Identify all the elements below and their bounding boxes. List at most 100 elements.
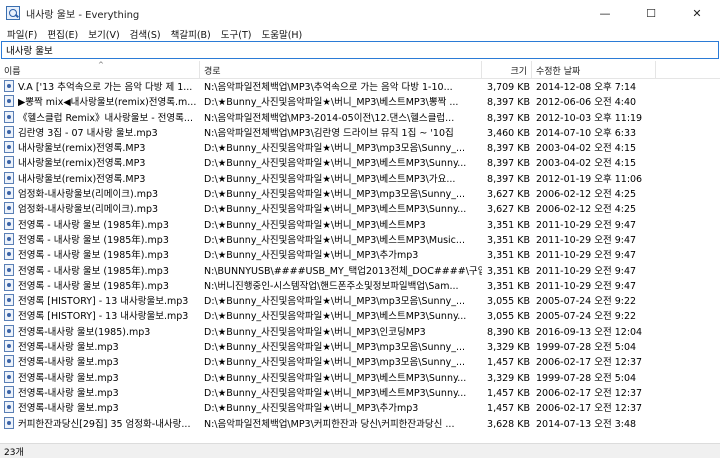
menu-file[interactable]: 파일(F) (2, 27, 42, 41)
result-name-text: 전영록-내사랑 울보.mp3 (18, 372, 119, 384)
menu-view[interactable]: 보기(V) (83, 27, 124, 41)
result-row[interactable]: 전영록 [HISTORY] - 13 내사랑울보.mp3 D:\★Bunny_사진… (0, 309, 720, 324)
result-row[interactable]: 내사랑울보(remix)전영록.MP3 D:\★Bunny_사진및음악파일★\버니… (0, 141, 720, 156)
result-size: 3,351 KB (487, 250, 530, 262)
audio-file-icon (4, 217, 14, 230)
result-size: 8,390 KB (487, 326, 530, 338)
menu-help[interactable]: 도움말(H) (256, 27, 307, 41)
result-path: D:\★Bunny_사진및음악파일★\버니_MP3\mp3모음\Sunny_..… (204, 296, 466, 308)
menu-edit[interactable]: 편집(E) (42, 27, 83, 41)
result-size: 3,460 KB (487, 127, 530, 139)
result-name: 전영록 - 내사랑 울보 (1985年).mp3 (4, 263, 200, 279)
result-row[interactable]: 전영록-내사랑 울보.mp3 D:\★Bunny_사진및음악파일★\버니_MP3\… (0, 385, 720, 401)
column-size-header[interactable]: 크기 (482, 61, 532, 79)
result-row[interactable]: 내사랑울보(remix)전영록.MP3 D:\★Bunny_사진및음악파일★\버니… (0, 156, 720, 171)
result-row[interactable]: 전영록 - 내사랑 울보 (1985年).mp3 D:\★Bunny_사진및음악파… (0, 232, 720, 248)
result-path: D:\★Bunny_사진및음악파일★\버니_MP3\mp3모음\Sunny_..… (204, 143, 466, 155)
minimize-button[interactable]: — (582, 0, 628, 26)
audio-file-icon (4, 294, 14, 307)
result-row[interactable]: 전영록-내사랑 울보.mp3 D:\★Bunny_사진및음악파일★\버니_MP3\… (0, 355, 720, 370)
result-size: 1,457 KB (487, 403, 530, 415)
result-size: 3,351 KB (487, 219, 530, 231)
result-row[interactable]: 전영록-내사랑 울보(1985).mp3 D:\★Bunny_사진및음악파일★\버… (0, 324, 720, 340)
result-row[interactable]: ▶뽕짝 mix◀내사랑울보(remix)전영록.m... D:\★Bunny_사진… (0, 95, 720, 110)
everything-search-icon (6, 6, 20, 20)
result-row[interactable]: 전영록 [HISTORY] - 13 내사랑울보.mp3 D:\★Bunny_사진… (0, 294, 720, 309)
result-row[interactable]: 전영록-내사랑 울보.mp3 D:\★Bunny_사진및음악파일★\버니_MP3\… (0, 401, 720, 416)
result-row[interactable]: 전영록 - 내사랑 울보 (1985年).mp3 N:\BUNNYUSB\####… (0, 263, 720, 279)
result-path: N:\음악파일전체백업\MP3-2014-05이전\12.댄스\헬스클럽... (204, 112, 455, 124)
result-row[interactable]: 전영록 - 내사랑 울보 (1985年).mp3 N:\버니진행중인-시스템작업\… (0, 278, 720, 294)
result-name: 전영록-내사랑 울보.mp3 (4, 370, 200, 386)
result-name-text: 내사랑울보(remix)전영록.MP3 (18, 143, 146, 155)
result-row[interactable]: 김란영 3집 - 07 내사랑 울보.mp3 N:\음악파일전체백업\MP3\김란… (0, 125, 720, 141)
result-name: ▶뽕짝 mix◀내사랑울보(remix)전영록.m... (4, 95, 200, 110)
result-name: V.A ['13 추억속으로 가는 음악 다방 제 1... (4, 80, 200, 95)
result-path: N:\음악파일전체백업\MP3\김란영 드라이브 뮤직 1집 ~ '10집 (204, 127, 454, 139)
close-button[interactable]: ✕ (674, 0, 720, 26)
result-date: 2005-07-24 오전 9:22 (536, 311, 637, 323)
result-size: 8,397 KB (487, 97, 530, 109)
result-row[interactable]: V.A ['13 추억속으로 가는 음악 다방 제 1... N:\음악파일전체백… (0, 80, 720, 95)
menu-bar: 파일(F) 편집(E) 보기(V) 검색(S) 책갈피(B) 도구(T) 도움말… (0, 26, 720, 41)
menu-search[interactable]: 검색(S) (125, 27, 166, 41)
result-row[interactable]: 《헬스클럽 Remix》내사랑울보 - 전영록... N:\음악파일전체백업\MP… (0, 110, 720, 126)
result-name-text: 커피한잔과당신[29집] 35 엄정화-내사랑... (18, 418, 191, 430)
result-size: 8,397 KB (487, 112, 530, 124)
result-size: 8,397 KB (487, 158, 530, 170)
result-name-text: 엄정화-내사랑울보(리메이크).mp3 (18, 204, 159, 216)
result-path: N:\BUNNYUSB\####USB_MY_택업2013전체_DOC####\… (204, 265, 482, 277)
result-date: 2003-04-02 오전 4:15 (536, 158, 637, 170)
result-date: 2011-10-29 오전 9:47 (536, 219, 637, 231)
result-count: 23개 (4, 447, 24, 458)
result-path: N:\음악파일전체백업\MP3\커피한잔과 당신\커피한잔과당신 ... (204, 418, 455, 430)
result-name: 김란영 3집 - 07 내사랑 울보.mp3 (4, 125, 200, 141)
audio-file-icon (4, 171, 14, 184)
result-size: 3,351 KB (487, 234, 530, 246)
audio-file-icon (4, 156, 14, 169)
result-name: 전영록 - 내사랑 울보 (1985年).mp3 (4, 248, 200, 263)
result-size: 3,627 KB (487, 204, 530, 216)
result-date: 2011-10-29 오전 9:47 (536, 234, 637, 246)
result-date: 2012-06-06 오전 4:40 (536, 97, 637, 109)
audio-file-icon (4, 125, 14, 138)
result-row[interactable]: 전영록 - 내사랑 울보 (1985年).mp3 D:\★Bunny_사진및음악파… (0, 217, 720, 233)
audio-file-icon (4, 385, 14, 398)
menu-tools[interactable]: 도구(T) (216, 27, 257, 41)
result-name: 전영록-내사랑 울보.mp3 (4, 401, 200, 416)
result-name: 내사랑울보(remix)전영록.MP3 (4, 156, 200, 171)
result-row[interactable]: 엄정화-내사랑울보(리메이크).mp3 D:\★Bunny_사진및음악파일★\버니… (0, 202, 720, 217)
result-name: 전영록 [HISTORY] - 13 내사랑울보.mp3 (4, 309, 200, 324)
column-date-header[interactable]: 수정한 날짜 (532, 61, 656, 79)
result-name: 내사랑울보(remix)전영록.MP3 (4, 171, 200, 187)
result-size: 3,627 KB (487, 189, 530, 201)
result-path: D:\★Bunny_사진및음악파일★\버니_MP3\베스트MP3\뽕짝 ... (204, 97, 459, 109)
result-date: 2012-01-19 오후 11:06 (536, 173, 643, 185)
result-row[interactable]: 전영록 - 내사랑 울보 (1985年).mp3 D:\★Bunny_사진및음악파… (0, 248, 720, 263)
result-row[interactable]: 엄정화-내사랑울보(리메이크).mp3 D:\★Bunny_사진및음악파일★\버니… (0, 187, 720, 202)
result-row[interactable]: 전영록-내사랑 울보.mp3 D:\★Bunny_사진및음악파일★\버니_MP3\… (0, 340, 720, 355)
column-path-header[interactable]: 경로 (200, 61, 482, 79)
search-input[interactable]: 내사랑 울보 (1, 41, 719, 59)
result-size: 3,709 KB (487, 82, 530, 93)
results-list: V.A ['13 추억속으로 가는 음악 다방 제 1... N:\음악파일전체백… (0, 80, 720, 432)
result-path: D:\★Bunny_사진및음악파일★\버니_MP3\베스트MP3\Sunny..… (204, 311, 467, 323)
result-name-text: 전영록 - 내사랑 울보 (1985年).mp3 (18, 234, 169, 246)
result-path: D:\★Bunny_사진및음악파일★\버니_MP3\베스트MP3\Sunny..… (204, 158, 467, 170)
result-row[interactable]: 내사랑울보(remix)전영록.MP3 D:\★Bunny_사진및음악파일★\버니… (0, 171, 720, 187)
result-row[interactable]: 커피한잔과당신[29집] 35 엄정화-내사랑... N:\음악파일전체백업\MP… (0, 416, 720, 432)
window-title: 내사랑 울보 - Everything (26, 9, 140, 21)
result-name: 엄정화-내사랑울보(리메이크).mp3 (4, 202, 200, 217)
result-name-text: 전영록-내사랑 울보(1985).mp3 (18, 326, 151, 338)
result-date: 2005-07-24 오전 9:22 (536, 296, 637, 308)
result-date: 2006-02-17 오전 12:37 (536, 403, 643, 415)
result-path: D:\★Bunny_사진및음악파일★\버니_MP3\추가mp3 (204, 403, 419, 415)
result-name-text: 내사랑울보(remix)전영록.MP3 (18, 158, 146, 170)
maximize-button[interactable]: ☐ (628, 0, 674, 26)
audio-file-icon (4, 110, 14, 123)
window-controls: — ☐ ✕ (582, 0, 720, 26)
audio-file-icon (4, 324, 14, 337)
result-date: 2003-04-02 오전 4:15 (536, 143, 637, 155)
menu-bookmarks[interactable]: 책갈피(B) (166, 27, 216, 41)
result-row[interactable]: 전영록-내사랑 울보.mp3 D:\★Bunny_사진및음악파일★\버니_MP3\… (0, 370, 720, 386)
